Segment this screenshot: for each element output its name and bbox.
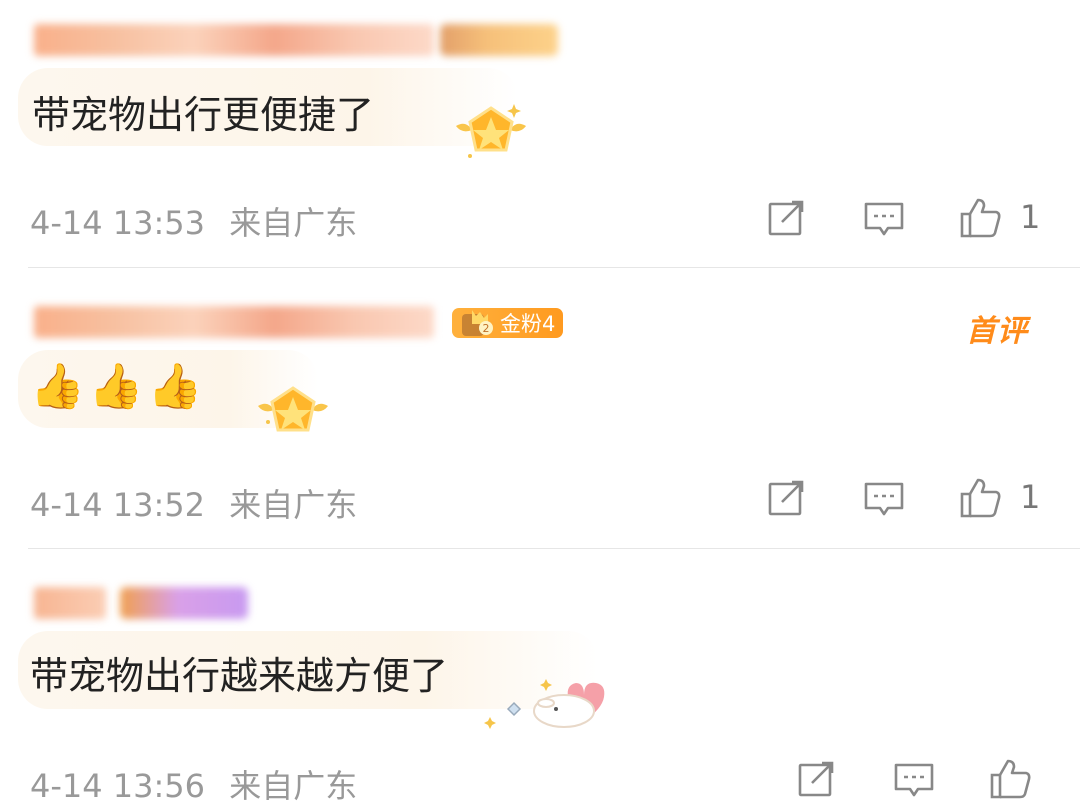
timestamp: 4-14 13:53 — [30, 204, 206, 242]
blurred-badge — [440, 24, 558, 56]
blurred-name — [34, 24, 434, 56]
comment-icon[interactable] — [892, 757, 936, 801]
comment-item: 带宠物出行更便捷了 4-14 13:53 来自广东 1 — [0, 0, 1080, 268]
blurred-name — [34, 306, 434, 338]
first-comment-tag: 首评 — [966, 314, 1028, 349]
thumbs-up-icon[interactable] — [988, 757, 1032, 801]
svg-text:2: 2 — [483, 322, 490, 335]
comment-text: 带宠物出行更便捷了 — [32, 93, 375, 137]
action-bar: 1 — [760, 476, 1060, 526]
comment-meta: 4-14 13:53 来自广东 — [30, 198, 357, 244]
share-edit-icon[interactable] — [764, 476, 808, 520]
username-blurred[interactable] — [34, 585, 248, 621]
fan-badge-label: 金粉4 — [500, 312, 556, 336]
share-edit-icon[interactable] — [764, 196, 808, 240]
comment-item: 带宠物出行越来越方便了 4-14 13:56 来自广东 — [0, 549, 1080, 808]
comment-item: 2 金粉4 首评 👍👍👍 4-14 13:52 来自广东 1 — [0, 268, 1080, 549]
comment-text: 👍👍👍 — [30, 361, 207, 412]
action-bar: 1 — [760, 196, 1060, 246]
blurred-name — [34, 587, 106, 619]
location: 来自广东 — [229, 767, 358, 805]
star-shield-icon — [456, 104, 526, 158]
comment-icon[interactable] — [862, 196, 906, 240]
blurred-badge — [120, 587, 248, 619]
username-blurred[interactable] — [34, 22, 558, 58]
username-blurred[interactable] — [34, 304, 434, 340]
star-shield-icon — [258, 386, 328, 432]
comment-text: 带宠物出行越来越方便了 — [30, 654, 449, 698]
comment-icon[interactable] — [862, 476, 906, 520]
thumbs-up-icon[interactable] — [958, 196, 1002, 240]
location: 来自广东 — [229, 486, 358, 524]
rabbit-heart-sticker — [484, 679, 605, 729]
timestamp: 4-14 13:56 — [30, 767, 206, 805]
share-edit-icon[interactable] — [794, 757, 838, 801]
comment-meta: 4-14 13:56 来自广东 — [30, 761, 357, 807]
like-count: 1 — [1020, 198, 1041, 236]
like-count: 1 — [1020, 478, 1041, 516]
location: 来自广东 — [229, 204, 358, 242]
timestamp: 4-14 13:52 — [30, 486, 206, 524]
action-bar — [790, 757, 1060, 807]
fan-badge[interactable]: 2 金粉4 — [452, 308, 564, 338]
comment-meta: 4-14 13:52 来自广东 — [30, 480, 357, 526]
crown-icon: 2 — [462, 310, 493, 336]
thumbs-up-icon[interactable] — [958, 476, 1002, 520]
